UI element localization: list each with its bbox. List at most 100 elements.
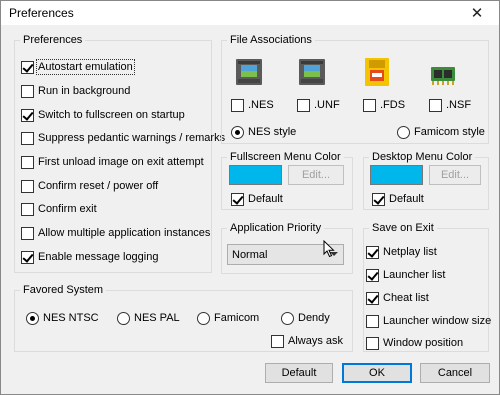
checkbox-label: Launcher list	[383, 269, 446, 281]
preferences-group-title: Preferences	[20, 33, 86, 47]
fds-disk-icon	[365, 58, 389, 86]
checkbox-label: Autostart emulation	[36, 59, 135, 75]
radio-label: NES style	[248, 126, 297, 138]
checkbox-label: First unload image on exit attempt	[38, 156, 204, 168]
checkbox-box[interactable]	[231, 192, 244, 206]
radio-circle[interactable]	[281, 311, 294, 325]
radio-label: NES NTSC	[43, 312, 99, 324]
checkbox-box[interactable]	[21, 60, 34, 74]
assoc-fds-checkbox[interactable]: .FDS	[363, 97, 405, 113]
radio-circle[interactable]	[26, 311, 39, 325]
famicom-style-radio[interactable]: Famicom style	[397, 124, 485, 140]
nes-style-radio[interactable]: NES style	[231, 124, 296, 140]
mouse-cursor-icon	[323, 240, 335, 258]
checkbox-box[interactable]	[366, 336, 379, 350]
desktop-color-swatch[interactable]	[370, 165, 423, 185]
checkbox-box[interactable]	[366, 268, 379, 282]
assoc-nsf-checkbox[interactable]: .NSF	[429, 97, 471, 113]
run-in-background-checkbox[interactable]: Run in background	[21, 83, 130, 99]
radio-circle[interactable]	[117, 311, 130, 325]
fullscreen-color-default-checkbox[interactable]: Default	[231, 191, 283, 207]
radio-label: Dendy	[298, 312, 330, 324]
checkbox-box[interactable]	[21, 202, 34, 216]
checkbox-label: Netplay list	[383, 246, 437, 258]
checkbox-box[interactable]	[21, 84, 34, 98]
checkbox-label: Enable message logging	[38, 251, 159, 263]
autostart-emulation-checkbox[interactable]: Autostart emulation	[21, 59, 135, 75]
checkbox-box[interactable]	[366, 291, 379, 305]
fullscreen-color-swatch[interactable]	[229, 165, 282, 185]
cancel-button[interactable]: Cancel	[420, 363, 490, 383]
checkbox-label: Always ask	[288, 335, 344, 347]
checkbox-label: Default	[248, 193, 283, 205]
checkbox-box[interactable]	[363, 98, 376, 112]
checkbox-label: .NES	[248, 99, 274, 111]
checkbox-label: Run in background	[38, 85, 131, 97]
checkbox-box[interactable]	[366, 245, 379, 259]
checkbox-label: .UNF	[314, 99, 340, 111]
radio-circle[interactable]	[197, 311, 210, 325]
close-button[interactable]: ✕	[455, 1, 499, 25]
save-launcher-window-size-checkbox[interactable]: Launcher window size	[366, 313, 491, 329]
default-button[interactable]: Default	[265, 363, 333, 383]
suppress-warnings-checkbox[interactable]: Suppress pedantic warnings / remarks	[21, 130, 225, 146]
checkbox-box[interactable]	[366, 314, 379, 328]
checkbox-label: .NSF	[446, 99, 472, 111]
always-ask-checkbox[interactable]: Always ask	[271, 333, 343, 349]
desktop-menu-color-title: Desktop Menu Color	[369, 150, 476, 164]
checkbox-label: Cheat list	[383, 292, 429, 304]
checkbox-box[interactable]	[297, 98, 310, 112]
assoc-nes-checkbox[interactable]: .NES	[231, 97, 274, 113]
unf-cartridge-icon	[299, 59, 325, 85]
radio-label: Famicom style	[414, 126, 485, 138]
checkbox-label: Switch to fullscreen on startup	[38, 109, 185, 121]
enable-message-logging-checkbox[interactable]: Enable message logging	[21, 249, 158, 265]
ok-button[interactable]: OK	[342, 363, 412, 383]
save-window-position-checkbox[interactable]: Window position	[366, 335, 463, 351]
favored-dendy-radio[interactable]: Dendy	[281, 310, 330, 326]
confirm-exit-checkbox[interactable]: Confirm exit	[21, 201, 97, 217]
favored-system-title: Favored System	[20, 283, 107, 297]
checkbox-box[interactable]	[21, 155, 34, 169]
allow-multiple-instances-checkbox[interactable]: Allow multiple application instances	[21, 225, 210, 241]
fullscreen-on-startup-checkbox[interactable]: Switch to fullscreen on startup	[21, 107, 185, 123]
checkbox-label: Confirm exit	[38, 203, 97, 215]
radio-label: NES PAL	[134, 312, 180, 324]
confirm-reset-checkbox[interactable]: Confirm reset / power off	[21, 178, 158, 194]
checkbox-box[interactable]	[21, 226, 34, 240]
assoc-unf-checkbox[interactable]: .UNF	[297, 97, 340, 113]
checkbox-box[interactable]	[429, 98, 442, 112]
desktop-color-edit-button[interactable]: Edit...	[429, 165, 481, 185]
checkbox-label: Launcher window size	[383, 315, 492, 327]
checkbox-box[interactable]	[21, 179, 34, 193]
save-cheat-list-checkbox[interactable]: Cheat list	[366, 290, 429, 306]
checkbox-label: Default	[389, 193, 424, 205]
radio-circle[interactable]	[231, 125, 244, 139]
save-launcher-list-checkbox[interactable]: Launcher list	[366, 267, 445, 283]
title-bar[interactable]: Preferences ✕	[1, 1, 499, 25]
checkbox-label: Suppress pedantic warnings / remarks	[38, 132, 226, 144]
checkbox-box[interactable]	[231, 98, 244, 112]
checkbox-label: Allow multiple application instances	[38, 227, 211, 239]
checkbox-label: Window position	[383, 337, 464, 349]
fullscreen-color-edit-button[interactable]: Edit...	[288, 165, 344, 185]
checkbox-box[interactable]	[21, 131, 34, 145]
checkbox-label: Confirm reset / power off	[38, 180, 159, 192]
desktop-color-default-checkbox[interactable]: Default	[372, 191, 424, 207]
application-priority-title: Application Priority	[227, 221, 325, 235]
preferences-window: Preferences ✕ Preferences Autostart emul…	[0, 0, 500, 395]
favored-famicom-radio[interactable]: Famicom	[197, 310, 259, 326]
checkbox-box[interactable]	[372, 192, 385, 206]
save-netplay-list-checkbox[interactable]: Netplay list	[366, 244, 437, 260]
fullscreen-menu-color-title: Fullscreen Menu Color	[227, 150, 344, 164]
nsf-chip-icon	[431, 67, 455, 85]
checkbox-box[interactable]	[21, 250, 34, 264]
radio-circle[interactable]	[397, 125, 410, 139]
first-unload-image-checkbox[interactable]: First unload image on exit attempt	[21, 154, 204, 170]
checkbox-label: .FDS	[380, 99, 406, 111]
checkbox-box[interactable]	[21, 108, 34, 122]
favored-nes-pal-radio[interactable]: NES PAL	[117, 310, 180, 326]
favored-nes-ntsc-radio[interactable]: NES NTSC	[26, 310, 99, 326]
close-icon: ✕	[470, 5, 484, 22]
checkbox-box[interactable]	[271, 334, 284, 348]
